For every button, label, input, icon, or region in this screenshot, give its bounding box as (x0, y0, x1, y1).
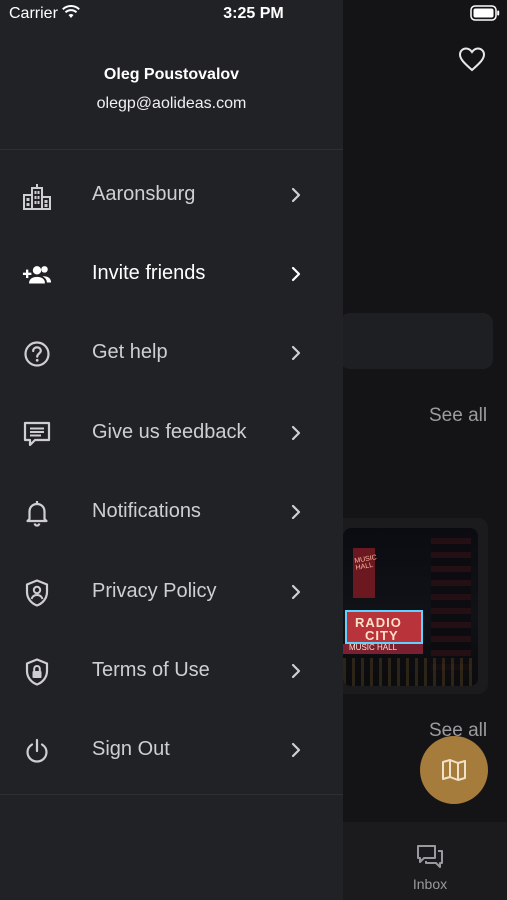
menu-item-label: Sign Out (92, 738, 170, 760)
menu-item-get-help[interactable]: Get help (0, 321, 343, 385)
search-bar[interactable] (340, 313, 493, 369)
menu-item-privacy-policy[interactable]: Privacy Policy (0, 560, 343, 624)
chevron-right-icon (291, 584, 301, 600)
menu-item-notifications[interactable]: Notifications (0, 480, 343, 544)
heart-icon[interactable] (458, 46, 486, 72)
chevron-right-icon (291, 663, 301, 679)
menu-item-terms-of-use[interactable]: Terms of Use (0, 639, 343, 703)
menu-item-label: Notifications (92, 500, 201, 522)
see-all-link[interactable]: See all (429, 405, 487, 427)
status-bar: Carrier 3:25 PM (0, 0, 507, 28)
photo-radio-city-sign: RADIO CITY (345, 610, 423, 644)
chevron-right-icon (291, 345, 301, 361)
chevron-right-icon (291, 187, 301, 203)
chevron-right-icon (291, 425, 301, 441)
photo-street-lights (343, 658, 478, 686)
menu-item-label: Give us feedback (92, 421, 247, 443)
menu-item-label: Invite friends (92, 262, 206, 284)
menu-item-label: Aaronsburg (92, 183, 196, 205)
tab-inbox-label: Inbox (412, 876, 448, 892)
photo-lights (431, 538, 471, 678)
menu-item-label: Privacy Policy (92, 580, 217, 602)
chevron-right-icon (291, 266, 301, 282)
menu-item-aaronsburg[interactable]: Aaronsburg (0, 163, 343, 227)
map-icon (442, 759, 466, 781)
divider (0, 149, 343, 150)
side-drawer: Oleg Poustovalov olegp@aolideas.com Aaro… (0, 0, 343, 900)
menu-item-label: Get help (92, 341, 168, 363)
tab-inbox[interactable]: Inbox (403, 843, 457, 893)
menu-item-label: Terms of Use (92, 659, 210, 681)
menu-item-invite-friends[interactable]: Invite friends (0, 242, 343, 306)
help-circle-icon (22, 339, 52, 369)
feedback-icon (22, 419, 52, 449)
photo-tower-sign: MUSIC HALL (353, 548, 377, 598)
add-friends-icon (22, 260, 52, 290)
bell-icon (22, 498, 52, 528)
city-buildings-icon (22, 181, 52, 211)
chevron-right-icon (291, 504, 301, 520)
profile-name: Oleg Poustovalov (103, 66, 240, 83)
battery-icon (470, 5, 500, 21)
map-button[interactable] (420, 736, 488, 804)
chevron-right-icon (291, 742, 301, 758)
menu-item-sign-out[interactable]: Sign Out (0, 718, 343, 782)
inbox-chat-icon (417, 845, 443, 868)
divider (0, 794, 343, 795)
shield-user-icon (22, 578, 52, 608)
menu-item-give-feedback[interactable]: Give us feedback (0, 401, 343, 465)
clock: 3:25 PM (223, 5, 284, 22)
power-icon (22, 736, 52, 766)
place-photo: MUSIC HALL RADIO CITY MUSIC HALL (343, 528, 478, 686)
profile-email: olegp@aolideas.com (96, 95, 247, 112)
photo-music-hall-strip: MUSIC HALL (343, 643, 423, 654)
shield-lock-icon (22, 657, 52, 687)
